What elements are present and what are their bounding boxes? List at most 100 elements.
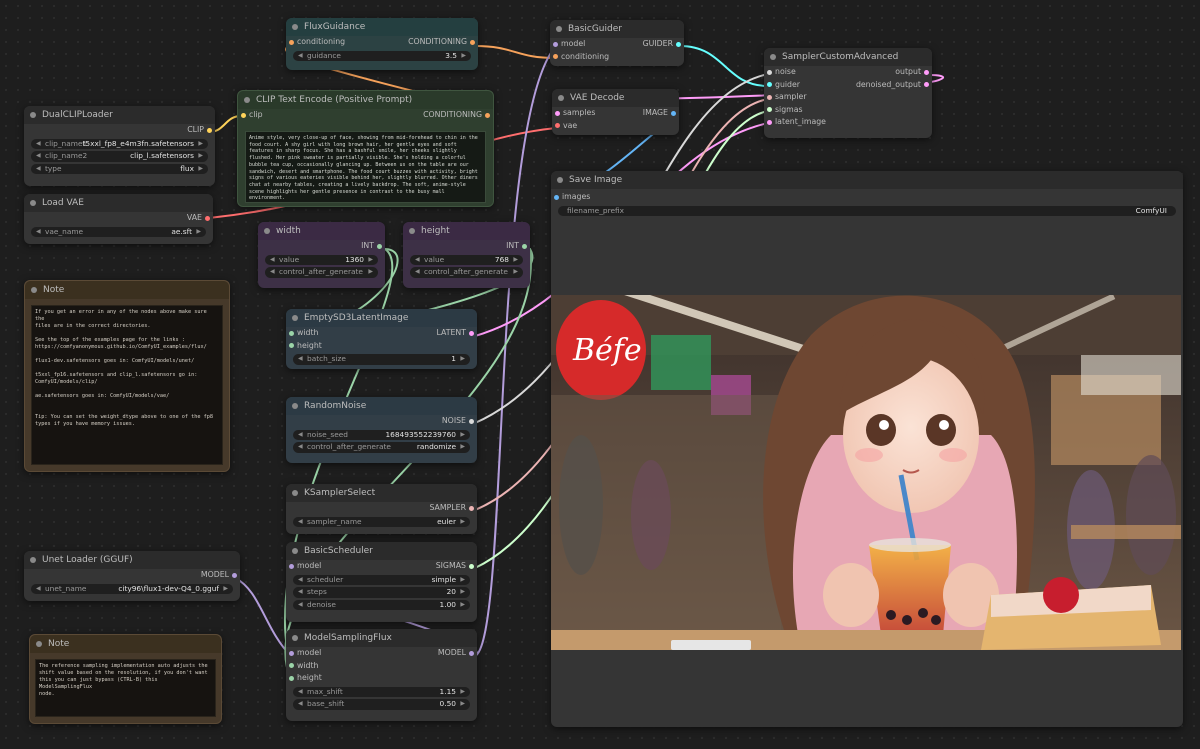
note-node-1[interactable]: Note If you get an error in any of the n… (24, 280, 230, 472)
right-arrow-icon[interactable]: ▶ (198, 139, 203, 150)
left-arrow-icon[interactable]: ◀ (36, 139, 41, 150)
collapse-dot-icon[interactable] (292, 315, 298, 321)
sampler-custom-advanced-node[interactable]: SamplerCustomAdvanced noise output guider… (764, 48, 932, 138)
sampler-name-combo[interactable]: ◀ sampler_name euler ▶ (293, 516, 470, 528)
samples-input[interactable]: samples IMAGE (552, 107, 679, 120)
collapse-dot-icon[interactable] (292, 24, 298, 30)
widget-value[interactable]: ae.sft (171, 227, 192, 238)
width-primitive-node[interactable]: width INT ◀ value 1360 ▶ ◀ control_after_gen… (258, 222, 385, 288)
model-sampling-flux-node[interactable]: ModelSamplingFlux model MODEL width heigh… (286, 629, 477, 721)
increment-arrow-icon[interactable]: ▶ (460, 430, 465, 441)
node-title[interactable]: BasicScheduler (286, 542, 477, 560)
node-title[interactable]: BasicGuider (550, 20, 684, 38)
widget-value[interactable]: 768 (495, 255, 509, 266)
node-title[interactable]: VAE Decode (552, 89, 679, 107)
output-socket-icon[interactable] (469, 563, 474, 569)
widget-value[interactable]: 1.00 (440, 600, 456, 611)
note-node-2[interactable]: Note The reference sampling implementati… (29, 634, 222, 724)
basic-guider-node[interactable]: BasicGuider model GUIDER conditioning (550, 20, 684, 66)
right-arrow-icon[interactable]: ▶ (196, 227, 201, 238)
right-arrow-icon[interactable]: ▶ (460, 442, 465, 453)
control-after-generate-combo[interactable]: ◀ control_after_generate randomize ▶ (293, 442, 470, 453)
collapse-dot-icon[interactable] (292, 548, 298, 554)
output-socket-icon[interactable] (469, 650, 474, 656)
collapse-dot-icon[interactable] (30, 200, 36, 206)
int-output[interactable]: INT (403, 240, 530, 253)
widget-value[interactable]: city96\flux1-dev-Q4_0.gguf (118, 584, 219, 595)
collapse-dot-icon[interactable] (770, 54, 776, 60)
right-arrow-icon[interactable]: ▶ (198, 164, 203, 175)
decrement-arrow-icon[interactable]: ◀ (298, 51, 303, 62)
clip-name1-combo[interactable]: ◀ clip_name1 t5xxl_fp8_e4m3fn.safetensors ▶ (31, 138, 208, 150)
left-arrow-icon[interactable]: ◀ (298, 575, 303, 586)
width-input[interactable]: width (286, 660, 477, 673)
note-textarea[interactable]: If you get an error in any of the nodes … (31, 305, 223, 465)
left-arrow-icon[interactable]: ◀ (415, 267, 420, 278)
width-input[interactable]: width LATENT (286, 327, 477, 340)
output-socket-icon[interactable] (522, 243, 527, 249)
node-title[interactable]: Load VAE (24, 194, 213, 212)
node-title[interactable]: Note (25, 281, 229, 299)
save-image-node[interactable]: Save Image images filename_prefix ComfyUI… (551, 171, 1183, 727)
input-socket-icon[interactable] (553, 54, 558, 59)
left-arrow-icon[interactable]: ◀ (36, 151, 41, 162)
node-title[interactable]: ModelSamplingFlux (286, 629, 477, 647)
input-socket-icon[interactable] (289, 343, 294, 348)
collapse-dot-icon[interactable] (557, 177, 563, 183)
increment-arrow-icon[interactable]: ▶ (368, 255, 373, 266)
input-socket-icon[interactable] (555, 110, 560, 116)
widget-value[interactable]: clip_l.safetensors (130, 151, 194, 162)
increment-arrow-icon[interactable]: ▶ (460, 699, 465, 710)
latent-image-input[interactable]: latent_image (764, 116, 932, 129)
left-arrow-icon[interactable]: ◀ (298, 517, 303, 528)
input-socket-icon[interactable] (289, 663, 294, 668)
node-title[interactable]: height (403, 222, 530, 240)
decrement-arrow-icon[interactable]: ◀ (298, 687, 303, 698)
decrement-arrow-icon[interactable]: ◀ (270, 255, 275, 266)
collapse-dot-icon[interactable] (558, 95, 564, 101)
left-arrow-icon[interactable]: ◀ (36, 164, 41, 175)
collapse-dot-icon[interactable] (244, 97, 250, 103)
height-primitive-node[interactable]: height INT ◀ value 768 ▶ ◀ control_after_gen… (403, 222, 530, 288)
output-socket-icon[interactable] (377, 243, 382, 249)
batch-size-widget[interactable]: ◀ batch_size 1 ▶ (293, 354, 470, 365)
base-shift-widget[interactable]: ◀ base_shift 0.50 ▶ (293, 699, 470, 710)
collapse-dot-icon[interactable] (292, 635, 298, 641)
input-socket-icon[interactable] (241, 112, 246, 118)
output-socket-icon[interactable] (676, 41, 681, 47)
widget-value[interactable]: 20 (447, 587, 456, 598)
input-socket-icon[interactable] (289, 675, 294, 681)
guider-input[interactable]: guider denoised_output (764, 79, 932, 92)
node-title[interactable]: FluxGuidance (286, 18, 478, 36)
right-arrow-icon[interactable]: ▶ (223, 584, 228, 595)
vae-decode-node[interactable]: VAE Decode samples IMAGE vae (552, 89, 679, 135)
collapse-dot-icon[interactable] (409, 228, 415, 234)
node-title[interactable]: Save Image (551, 171, 1183, 189)
right-arrow-icon[interactable]: ▶ (368, 267, 373, 278)
output-socket-icon[interactable] (469, 505, 474, 511)
clip-name2-combo[interactable]: ◀ clip_name2 clip_l.safetensors ▶ (31, 151, 208, 162)
increment-arrow-icon[interactable]: ▶ (460, 354, 465, 365)
input-socket-icon[interactable] (767, 107, 772, 112)
model-input[interactable]: model MODEL (286, 647, 477, 660)
increment-arrow-icon[interactable]: ▶ (461, 51, 466, 62)
vae-output[interactable]: VAE (24, 212, 213, 225)
decrement-arrow-icon[interactable]: ◀ (298, 600, 303, 611)
sampler-input[interactable]: sampler (764, 91, 932, 104)
input-socket-icon[interactable] (767, 69, 772, 75)
widget-value[interactable]: 1360 (345, 255, 364, 266)
widget-value[interactable]: 1 (451, 354, 456, 365)
collapse-dot-icon[interactable] (36, 641, 42, 647)
noise-seed-widget[interactable]: ◀ noise_seed 168493552239760 ▶ (293, 429, 470, 441)
input-socket-icon[interactable] (289, 39, 294, 45)
right-arrow-icon[interactable]: ▶ (460, 517, 465, 528)
sigmas-input[interactable]: sigmas (764, 104, 932, 117)
widget-value[interactable]: flux (180, 164, 194, 175)
basic-scheduler-node[interactable]: BasicScheduler model SIGMAS ◀ scheduler sim… (286, 542, 477, 622)
increment-arrow-icon[interactable]: ▶ (460, 600, 465, 611)
collapse-dot-icon[interactable] (30, 112, 36, 118)
input-socket-icon[interactable] (767, 119, 772, 125)
node-title[interactable]: CLIP Text Encode (Positive Prompt) (238, 91, 493, 109)
control-after-generate-combo[interactable]: ◀ control_after_generate ▶ (410, 267, 523, 278)
widget-value[interactable]: t5xxl_fp8_e4m3fn.safetensors (83, 139, 195, 150)
